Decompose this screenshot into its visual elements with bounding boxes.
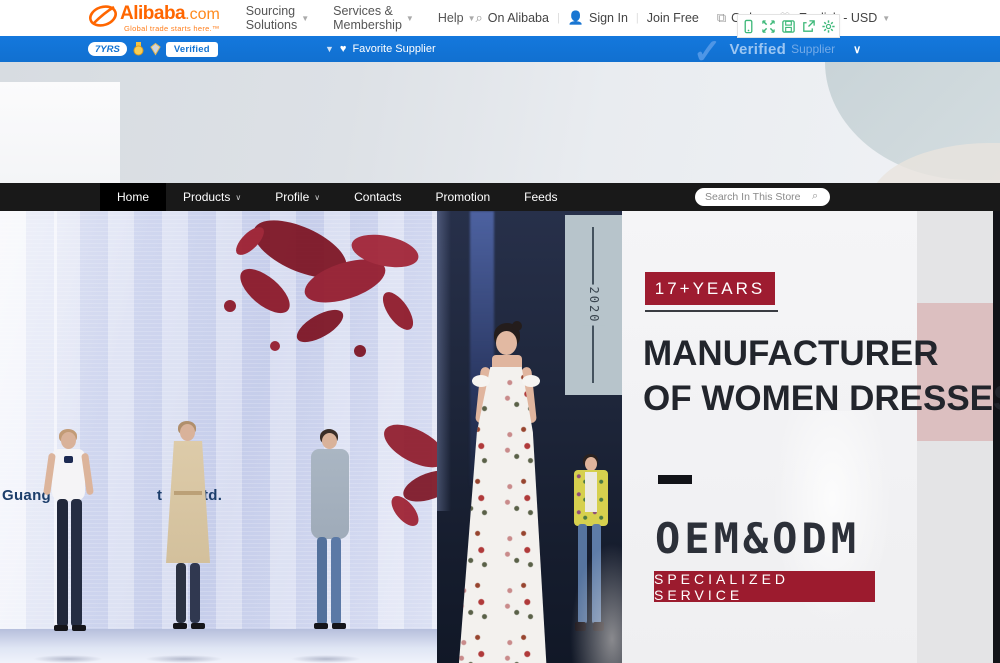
chevron-down-icon: ▼	[325, 44, 334, 54]
tab-feeds[interactable]: Feeds	[507, 183, 574, 211]
stage-photo: Guang t td.	[0, 211, 437, 663]
save-icon[interactable]	[781, 19, 796, 34]
tab-promotion[interactable]: Promotion	[418, 183, 507, 211]
model-floral-dress	[442, 323, 567, 663]
chevron-down-icon: ∨	[314, 193, 320, 202]
specialized-service-badge: SPECIALIZED SERVICE	[654, 571, 875, 602]
join-free-link[interactable]: Join Free	[647, 11, 699, 25]
store-search-input[interactable]	[695, 188, 830, 206]
header-nav: Sourcing Solutions▼ Services & Membershi…	[246, 4, 476, 32]
gear-icon[interactable]	[821, 19, 836, 34]
chevron-down-icon: ∨	[853, 43, 861, 56]
extension-toolbar	[737, 14, 840, 38]
oem-odm-label: OEM&ODM	[655, 514, 860, 563]
tab-home[interactable]: Home	[100, 183, 166, 211]
user-icon: 👤	[568, 10, 584, 26]
banner-text-panel: 17+YEARS MANUFACTURER OF WOMEN DRESSES O…	[622, 211, 1000, 663]
alibaba-store-page: Alibaba.com Global trade starts here.™ S…	[0, 0, 1000, 663]
check-icon: ✓	[693, 36, 722, 62]
gold-medal-icon	[132, 42, 145, 56]
model-trench-coat	[138, 421, 230, 659]
on-alibaba-search[interactable]: ⌕On Alibaba	[475, 10, 548, 26]
search-icon: ⌕	[475, 10, 482, 26]
expand-icon[interactable]	[761, 19, 776, 34]
verified-supplier-watermark[interactable]: ✓ Verified Supplier ∨	[693, 36, 861, 62]
years-experience-badge: 17+YEARS	[645, 272, 775, 305]
store-nav: Home Products∨ Profile∨ Contacts Promoti…	[0, 183, 1000, 211]
hero-white-panel	[0, 82, 120, 183]
hero-strip	[0, 62, 1000, 183]
sign-in-link[interactable]: 👤Sign In	[568, 10, 628, 26]
order-icon: ⧉	[717, 10, 726, 26]
floral-dress	[450, 367, 562, 663]
verified-badge[interactable]: Verified	[166, 42, 218, 57]
model-tunic-jeans	[284, 429, 368, 659]
chevron-down-icon: ▼	[406, 14, 414, 23]
logo-tagline: Global trade starts here.™	[124, 24, 220, 33]
chevron-down-icon: ▼	[301, 14, 309, 23]
top-header: Alibaba.com Global trade starts here.™ S…	[0, 0, 1000, 36]
nav-help[interactable]: Help▼	[438, 11, 476, 25]
divider-dash	[658, 475, 692, 484]
nav-sourcing-solutions[interactable]: Sourcing Solutions▼	[246, 4, 309, 32]
chevron-down-icon: ▼	[882, 14, 890, 23]
years-badge[interactable]: 7YRS	[88, 42, 127, 56]
supplier-bar: 7YRS Verified ▼ ♥ Favorite Supplier ✓ Ve…	[0, 36, 1000, 62]
year-strip: 2020	[565, 215, 622, 395]
diamond-badge-icon	[149, 42, 162, 56]
nav-services-membership[interactable]: Services & Membership▼	[333, 4, 414, 32]
main-banner[interactable]: Guang t td.	[0, 211, 1000, 663]
tab-contacts[interactable]: Contacts	[337, 183, 418, 211]
logo-suffix-text: .com	[185, 6, 220, 24]
share-icon[interactable]	[801, 19, 816, 34]
chevron-down-icon: ∨	[235, 193, 241, 202]
banner-headline: MANUFACTURER OF WOMEN DRESSES	[643, 331, 1000, 421]
tab-profile[interactable]: Profile∨	[258, 183, 337, 211]
model-white-top	[26, 429, 110, 659]
favorite-supplier-button[interactable]: ▼ ♥ Favorite Supplier	[325, 43, 436, 55]
logo-brand-text: Alibaba	[120, 3, 185, 25]
alibaba-logo[interactable]: Alibaba.com Global trade starts here.™	[88, 3, 220, 33]
alibaba-logo-icon	[88, 3, 118, 27]
year-label: 2020	[583, 285, 605, 326]
heart-icon: ♥	[340, 43, 347, 55]
tab-products[interactable]: Products∨	[166, 183, 258, 211]
chevron-down-icon: ▼	[468, 14, 476, 23]
mobile-icon[interactable]	[741, 19, 756, 34]
